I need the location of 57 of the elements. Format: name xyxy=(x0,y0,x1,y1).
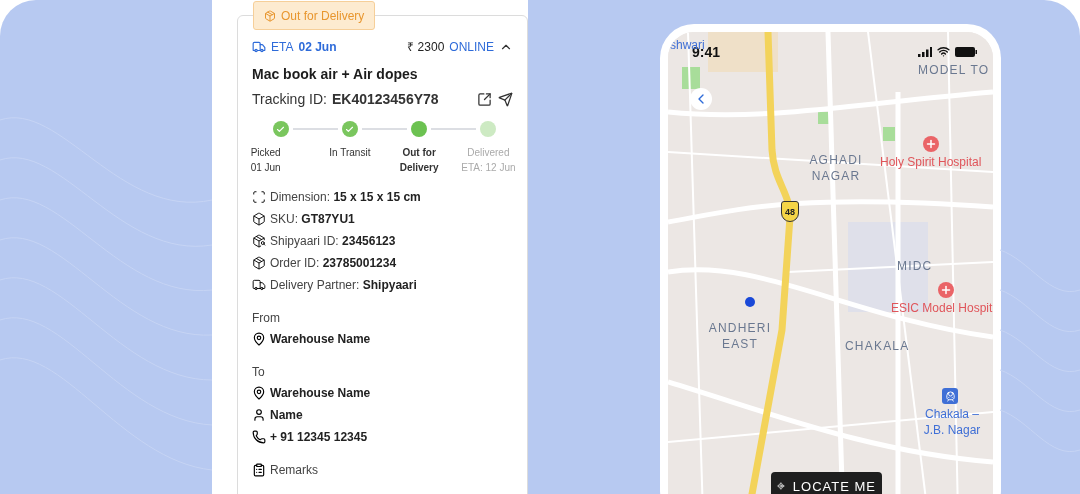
step-label: Out for Delivery xyxy=(398,146,440,175)
user-icon xyxy=(252,408,266,422)
from-heading: From xyxy=(252,311,281,325)
tracking-label: Tracking ID: xyxy=(252,91,327,107)
location-pin-icon xyxy=(252,386,266,400)
external-link-icon xyxy=(477,91,492,107)
detail-text: Order ID: 23785001234 xyxy=(270,255,397,271)
signal-icon xyxy=(918,46,932,57)
truck-icon xyxy=(252,39,266,54)
map-label: MIDC xyxy=(897,258,933,274)
send-button[interactable] xyxy=(498,91,513,107)
package-icon xyxy=(264,9,276,22)
share-button[interactable] xyxy=(477,91,492,107)
send-icon xyxy=(498,91,513,107)
eta-date: 02 Jun xyxy=(298,39,337,54)
step-label: Delivered ETA: 12 Jun xyxy=(460,146,517,175)
step-label: In Transit xyxy=(328,146,372,160)
contact-name: Name xyxy=(270,407,303,423)
check-icon xyxy=(345,124,355,134)
map-label: Chakala – J.B. Nagar xyxy=(922,406,982,438)
phone-icon xyxy=(252,430,266,444)
truck-icon xyxy=(252,278,266,292)
from-address: Warehouse Name xyxy=(270,331,371,347)
map-label: MODEL TO xyxy=(918,62,990,78)
train-icon xyxy=(942,388,958,404)
check-icon xyxy=(276,124,286,134)
locate-me-button[interactable]: LOCATE ME xyxy=(771,472,882,494)
tracking-id: EK40123456Y78 xyxy=(331,91,439,107)
location-pin-icon xyxy=(252,332,266,346)
step-label: Picked 01 Jun xyxy=(250,146,282,175)
map-label: AGHADI NAGAR xyxy=(808,152,864,184)
package-icon xyxy=(252,256,266,270)
list-icon xyxy=(252,463,266,477)
remarks-label: Remarks xyxy=(270,463,318,477)
contact-phone: + 91 12345 12345 xyxy=(270,429,368,445)
detail-text: SKU: GT87YU1 xyxy=(270,211,355,227)
detail-text: Shipyaari ID: 23456123 xyxy=(270,233,396,249)
scan-icon xyxy=(252,190,266,204)
map-label: CHAKALA xyxy=(845,338,910,354)
wifi-icon xyxy=(937,45,950,58)
locate-icon xyxy=(777,479,785,493)
package-search-icon xyxy=(252,234,266,248)
box-icon xyxy=(252,212,266,226)
to-heading: To xyxy=(252,365,266,379)
map-label: ANDHERI EAST xyxy=(707,320,773,352)
map-label: Holy Spirit Hospital xyxy=(880,154,982,170)
status-text: Out for Delivery xyxy=(281,8,365,23)
battery-icon xyxy=(955,46,977,57)
shipment-title: Mac book air + Air dopes xyxy=(252,66,419,82)
payment-mode: ONLINE xyxy=(449,39,494,54)
detail-text: Dimension: 15 x 15 x 15 cm xyxy=(270,189,421,205)
map-label: ESIC Model Hospit xyxy=(891,300,993,316)
amount: ₹ 2300 xyxy=(407,39,445,55)
to-address: Warehouse Name xyxy=(270,385,371,401)
location-dot xyxy=(745,297,755,307)
detail-text: Delivery Partner: Shipyaari xyxy=(270,277,417,293)
eta-label: ETA xyxy=(271,39,294,54)
